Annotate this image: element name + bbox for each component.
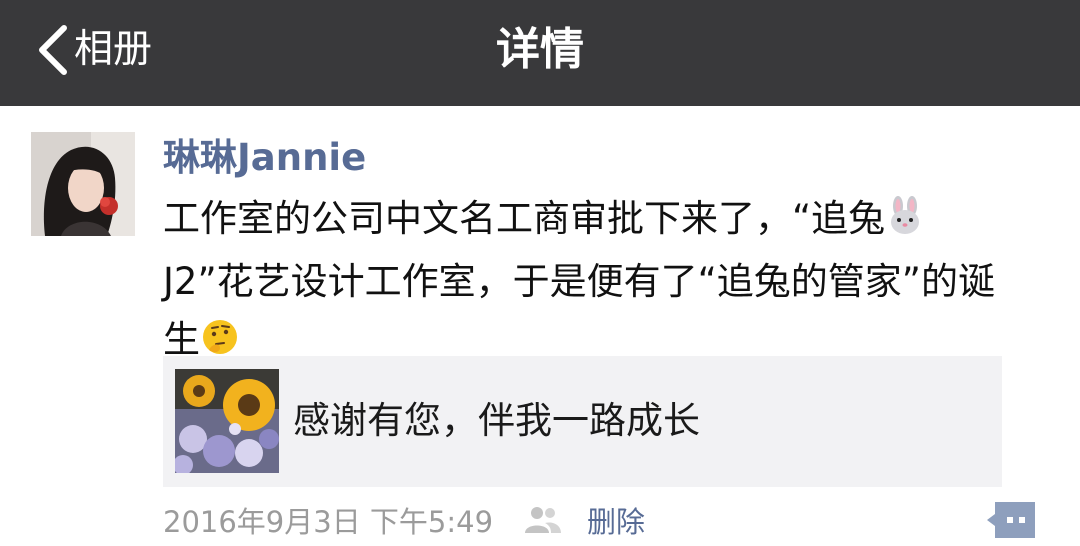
post-content: 工作室的公司中文名工商审批下来了，“追兔 J2”花艺设计工作室，于是便有了“追兔… (163, 190, 1013, 374)
link-thumbnail (175, 369, 279, 473)
post-meta: 2016年9月3日 下午5:49 删除 (163, 498, 645, 542)
shared-link-card[interactable]: 感谢有您，伴我一路成长 (163, 356, 1002, 487)
delete-button[interactable]: 删除 (587, 499, 645, 541)
page-title: 详情 (496, 24, 584, 75)
comment-icon[interactable] (985, 500, 1037, 540)
avatar[interactable] (31, 132, 135, 236)
timestamp: 2016年9月3日 下午5:49 (163, 505, 494, 539)
author-name[interactable]: 琳琳Jannie (163, 132, 366, 184)
rabbit-face-icon (885, 195, 925, 253)
post-text-part1: 工作室的公司中文名工商审批下来了，“追兔 (163, 197, 886, 240)
post-text-part2: J2”花艺设计工作室，于是便有了“追兔的管家”的诞生 (163, 260, 995, 361)
friends-icon[interactable] (523, 503, 563, 537)
navigation-bar: 相册 详情 (0, 0, 1080, 106)
link-title: 感谢有您，伴我一路成长 (293, 399, 700, 442)
